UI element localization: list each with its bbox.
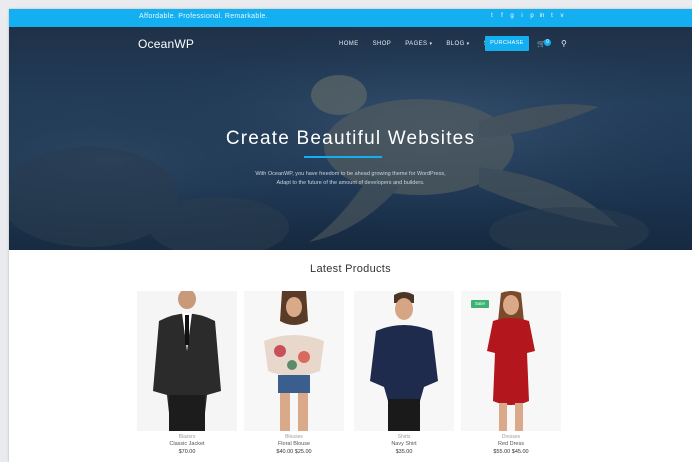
product-category[interactable]: Dresses — [461, 434, 561, 440]
nav-item-pages[interactable]: PAGES ▾ — [405, 41, 432, 47]
hero-title: Create Beautiful Websites — [225, 128, 476, 149]
product-name[interactable]: Classic Jacket — [137, 441, 237, 447]
main-navbar: OceanWP HOMESHOPPAGES▾BLOG▾SHOP PURCHASE… — [9, 27, 692, 61]
nav-item-label: BLOG — [446, 41, 465, 47]
product-price: $40.00 $25.00 — [276, 449, 312, 455]
product-image[interactable] — [354, 291, 454, 431]
product-card[interactable]: Shirts Navy Shirt $35.00 — [354, 291, 454, 462]
tumblr-icon[interactable]: t — [549, 13, 555, 20]
twitter-icon[interactable]: t — [489, 13, 495, 20]
product-category[interactable]: Blouses — [244, 434, 344, 440]
product-name[interactable]: Navy Shirt — [354, 441, 454, 447]
product-category[interactable]: Shirts — [354, 434, 454, 440]
product-price: $55.00 $45.00 — [493, 449, 529, 455]
latest-products-heading: Latest Products — [310, 263, 391, 275]
top-bar: Affordable. Professional. Remarkable. tf… — [9, 9, 692, 27]
chevron-down-icon: ▾ — [429, 41, 433, 47]
browser-page: Affordable. Professional. Remarkable. tf… — [9, 9, 692, 462]
product-image[interactable]: Sale! — [461, 291, 561, 431]
pinterest-icon[interactable]: p — [529, 13, 535, 20]
nav-menu: HOMESHOPPAGES▾BLOG▾SHOP — [339, 41, 502, 47]
nav-item-label: SHOP — [372, 41, 392, 47]
product-price: $70.00 — [178, 449, 196, 455]
social-links: t f g i p in t v — [489, 13, 565, 20]
nav-item-label: HOME — [339, 41, 359, 47]
purchase-button[interactable]: PURCHASE — [485, 36, 529, 51]
product-card[interactable]: Blazers Classic Jacket $70.00 — [137, 289, 237, 462]
product-card[interactable]: Sale! Dresses Red Dress $55.00 $45.00 — [461, 291, 561, 462]
sale-badge: Sale! — [471, 300, 489, 308]
product-image[interactable] — [244, 289, 344, 431]
site-logo[interactable]: OceanWP — [138, 37, 194, 51]
hero-subtitle-line-1: With OceanWP, you have freedom to be ahe… — [255, 171, 446, 177]
product-image[interactable] — [137, 289, 237, 431]
product-name[interactable]: Red Dress — [461, 441, 561, 447]
nav-item-home[interactable]: HOME — [339, 41, 359, 47]
product-category[interactable]: Blazers — [137, 434, 237, 440]
hero-title-underline — [304, 156, 382, 158]
hero-subtitle-line-2: Adapt to the future of the amount of dev… — [276, 180, 425, 186]
cart-count-badge: 0 — [544, 39, 551, 46]
top-bar-tagline: Affordable. Professional. Remarkable. — [139, 13, 268, 20]
instagram-icon[interactable]: i — [519, 13, 525, 20]
vimeo-icon[interactable]: v — [559, 13, 565, 20]
product-price: $35.00 — [395, 449, 413, 455]
product-name[interactable]: Floral Blouse — [244, 441, 344, 447]
google-plus-icon[interactable]: g — [509, 13, 515, 20]
nav-item-label: PAGES — [405, 41, 428, 47]
nav-item-shop[interactable]: SHOP — [373, 41, 392, 47]
hero-section: OceanWP HOMESHOPPAGES▾BLOG▾SHOP PURCHASE… — [9, 27, 692, 250]
facebook-icon[interactable]: f — [499, 13, 505, 20]
chevron-down-icon: ▾ — [466, 41, 470, 47]
search-icon[interactable]: ⚲ — [561, 39, 567, 48]
linkedin-icon[interactable]: in — [539, 13, 545, 20]
nav-item-blog[interactable]: BLOG ▾ — [446, 41, 469, 47]
product-card[interactable]: Blouses Floral Blouse $40.00 $25.00 — [244, 289, 344, 462]
